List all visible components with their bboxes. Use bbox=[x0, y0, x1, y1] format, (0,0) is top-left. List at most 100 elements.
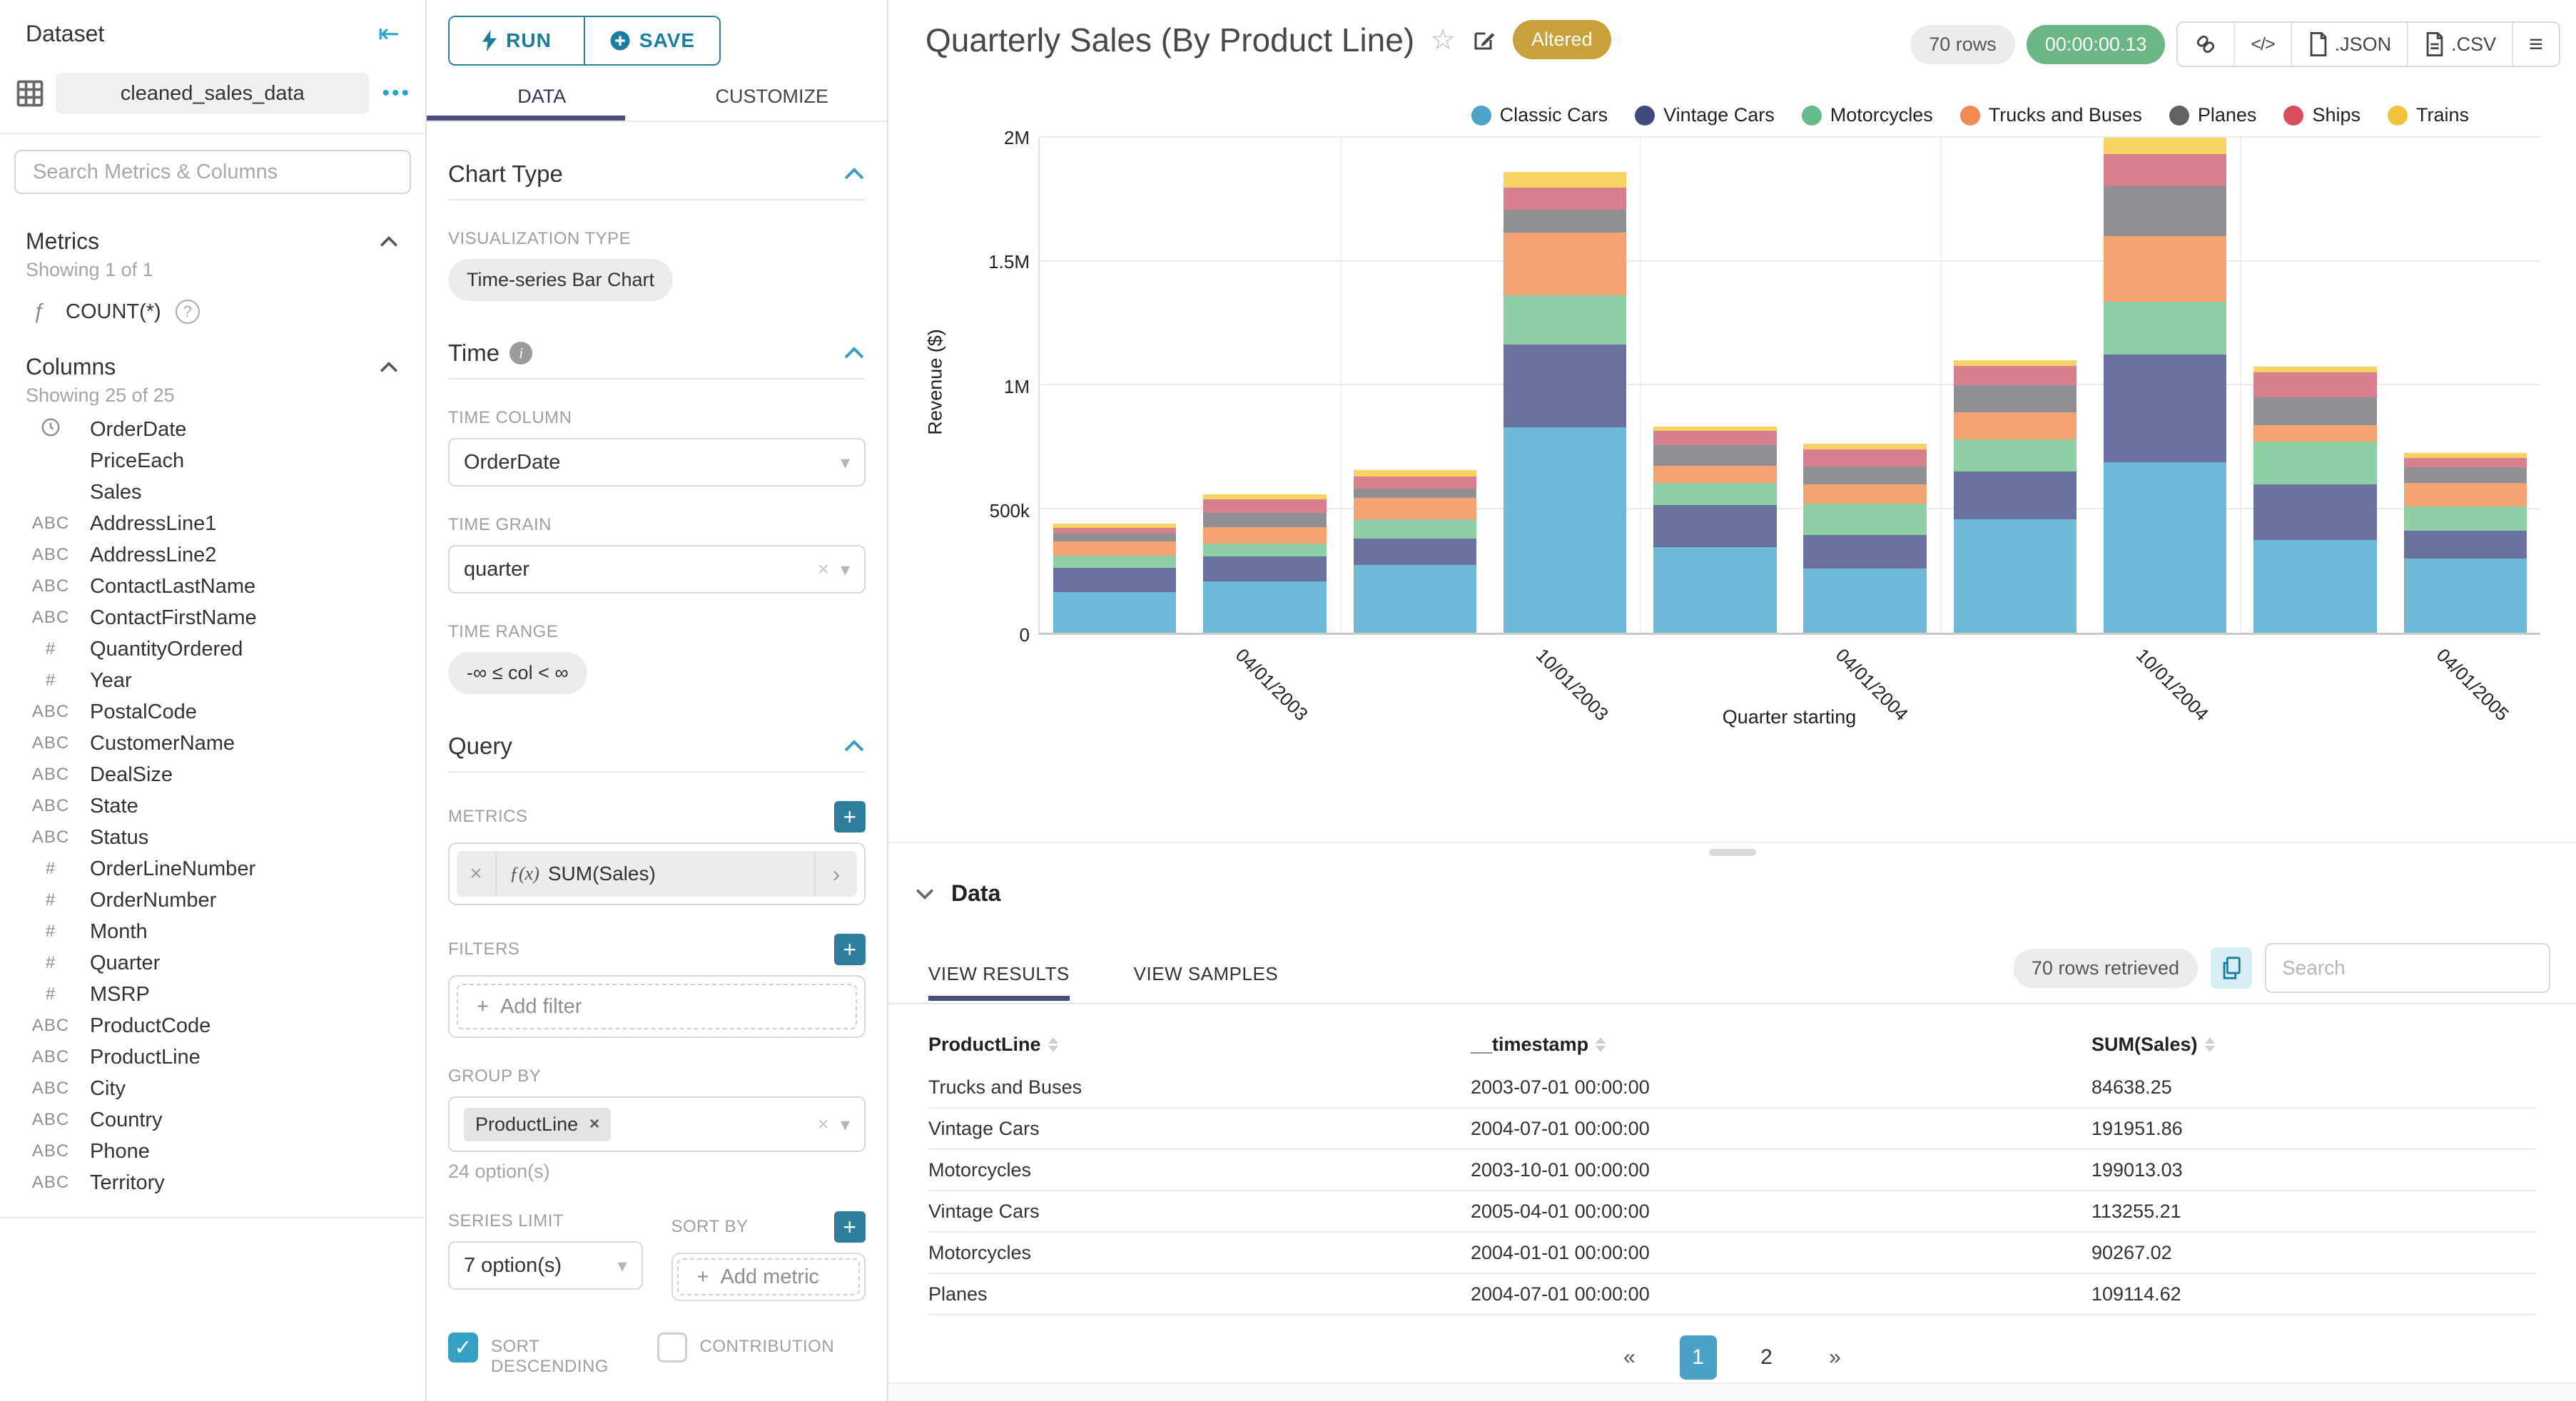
time-column-select[interactable]: OrderDate ▾ bbox=[448, 438, 866, 486]
bar-segment-trucks-and-buses[interactable] bbox=[1503, 233, 1627, 295]
bar-segment-motorcycles[interactable] bbox=[1653, 483, 1777, 506]
pagination-next[interactable]: » bbox=[1817, 1345, 1854, 1370]
copy-data-button[interactable] bbox=[2211, 947, 2252, 989]
bar-2003-01-01[interactable] bbox=[1040, 138, 1190, 633]
column-header-sumsales[interactable]: SUM(Sales) bbox=[2091, 1034, 2536, 1056]
column-item[interactable]: ABC AddressLine2 bbox=[0, 539, 425, 571]
help-icon[interactable]: ? bbox=[175, 300, 200, 324]
bar-segment-trucks-and-buses[interactable] bbox=[1353, 498, 1476, 519]
bar-segment-classic-cars[interactable] bbox=[2104, 462, 2227, 633]
bar-segment-trucks-and-buses[interactable] bbox=[1953, 412, 2077, 440]
column-item[interactable]: ABC ProductCode bbox=[0, 1010, 425, 1041]
bar-2004-10-01[interactable]: 10/01/2004 bbox=[2090, 138, 2240, 725]
bar-segment-motorcycles[interactable] bbox=[1953, 439, 2077, 472]
bar-segment-motorcycles[interactable] bbox=[1503, 295, 1627, 345]
bar-segment-trucks-and-buses[interactable] bbox=[1203, 526, 1327, 544]
table-row[interactable]: Motorcycles 2003-10-01 00:00:00 199013.0… bbox=[928, 1150, 2536, 1191]
column-item[interactable]: ABC Status bbox=[0, 822, 425, 853]
bar-segment-ships[interactable] bbox=[1503, 188, 1627, 210]
bar-segment-planes[interactable] bbox=[1503, 210, 1627, 233]
group-by-select[interactable]: ProductLine × × ▾ bbox=[448, 1096, 866, 1152]
copy-link-button[interactable] bbox=[2178, 23, 2233, 66]
bar-segment-classic-cars[interactable] bbox=[1653, 546, 1777, 633]
bar-segment-vintage-cars[interactable] bbox=[2403, 530, 2527, 559]
panel-resize-handle[interactable] bbox=[1708, 849, 1756, 856]
run-button[interactable]: RUN bbox=[450, 17, 584, 64]
pagination-page-2[interactable]: 2 bbox=[1748, 1345, 1785, 1370]
bar-segment-planes[interactable] bbox=[1353, 488, 1476, 499]
bar-segment-ships[interactable] bbox=[2403, 457, 2527, 468]
column-item[interactable]: ABC Country bbox=[0, 1104, 425, 1136]
column-item[interactable]: ABC ContactLastName bbox=[0, 571, 425, 602]
collapse-section-icon[interactable] bbox=[843, 739, 866, 753]
legend-item[interactable]: Trucks and Buses bbox=[1959, 104, 2142, 126]
bar-segment-vintage-cars[interactable] bbox=[1203, 556, 1327, 582]
bar-segment-planes[interactable] bbox=[1053, 533, 1177, 541]
menu-button[interactable]: ≡ bbox=[2512, 23, 2559, 66]
bar-2005-04-01[interactable]: 04/01/2005 bbox=[2390, 138, 2540, 725]
column-item[interactable]: ABC DealSize bbox=[0, 759, 425, 790]
bar-segment-trains[interactable] bbox=[1503, 171, 1627, 188]
collapse-section-icon[interactable] bbox=[843, 346, 866, 360]
bar-segment-classic-cars[interactable] bbox=[1503, 427, 1627, 633]
favorite-star-icon[interactable]: ☆ bbox=[1430, 24, 1456, 56]
time-grain-select[interactable]: quarter × ▾ bbox=[448, 545, 866, 593]
bar-segment-trucks-and-buses[interactable] bbox=[2253, 424, 2377, 442]
legend-item[interactable]: Classic Cars bbox=[1471, 104, 1608, 126]
contribution-checkbox[interactable] bbox=[656, 1333, 687, 1362]
dataset-name[interactable]: cleaned_sales_data bbox=[56, 73, 370, 114]
dataset-more-options-icon[interactable]: ••• bbox=[379, 81, 411, 106]
table-row[interactable]: Motorcycles 2004-01-01 00:00:00 90267.02 bbox=[928, 1233, 2536, 1274]
bar-segment-trains[interactable] bbox=[1953, 360, 2077, 366]
column-item[interactable]: # QuantityOrdered bbox=[0, 633, 425, 665]
bar-segment-motorcycles[interactable] bbox=[2403, 506, 2527, 531]
collapse-data-icon[interactable] bbox=[914, 887, 935, 900]
bar-segment-ships[interactable] bbox=[1653, 431, 1777, 445]
bar-segment-trucks-and-buses[interactable] bbox=[1803, 484, 1927, 504]
bar-segment-ships[interactable] bbox=[1353, 476, 1476, 489]
bar-segment-vintage-cars[interactable] bbox=[2104, 355, 2227, 463]
column-item[interactable]: # OrderLineNumber bbox=[0, 853, 425, 885]
column-item[interactable]: ABC Phone bbox=[0, 1136, 425, 1167]
bar-2003-10-01[interactable]: 10/01/2003 bbox=[1490, 138, 1640, 725]
table-row[interactable]: Planes 2004-07-01 00:00:00 109114.62 bbox=[928, 1274, 2536, 1315]
bar-segment-motorcycles[interactable] bbox=[2104, 301, 2227, 355]
bar-segment-ships[interactable] bbox=[1803, 449, 1927, 467]
bar-segment-trains[interactable] bbox=[2253, 367, 2377, 372]
bar-segment-trains[interactable] bbox=[1803, 444, 1927, 449]
collapse-sidebar-icon[interactable]: ⇤ bbox=[378, 19, 400, 49]
sort-descending-checkbox[interactable]: ✓ bbox=[448, 1333, 478, 1362]
column-header-timestamp[interactable]: __timestamp bbox=[1471, 1034, 2091, 1056]
column-item[interactable]: # Month bbox=[0, 916, 425, 947]
bar-segment-classic-cars[interactable] bbox=[1803, 569, 1927, 633]
bar-segment-trains[interactable] bbox=[2403, 452, 2527, 458]
bar-segment-ships[interactable] bbox=[1053, 527, 1177, 534]
bar-segment-vintage-cars[interactable] bbox=[1353, 538, 1476, 566]
export-json-button[interactable]: .JSON bbox=[2290, 23, 2408, 66]
bar-segment-trucks-and-buses[interactable] bbox=[2403, 483, 2527, 506]
legend-item[interactable]: Ships bbox=[2283, 104, 2361, 126]
bar-segment-ships[interactable] bbox=[1203, 499, 1327, 514]
data-search-input[interactable] bbox=[2265, 943, 2550, 993]
legend-item[interactable]: Trains bbox=[2387, 104, 2469, 126]
bar-segment-classic-cars[interactable] bbox=[2253, 539, 2377, 633]
bar-segment-planes[interactable] bbox=[1953, 384, 2077, 412]
bar-segment-classic-cars[interactable] bbox=[1203, 581, 1327, 633]
legend-item[interactable]: Planes bbox=[2169, 104, 2256, 126]
export-csv-button[interactable]: .CSV bbox=[2407, 23, 2512, 66]
chevron-right-icon[interactable]: › bbox=[814, 851, 857, 897]
table-row[interactable]: Trucks and Buses 2003-07-01 00:00:00 846… bbox=[928, 1067, 2536, 1109]
bar-segment-motorcycles[interactable] bbox=[1053, 556, 1177, 568]
bar-segment-planes[interactable] bbox=[1653, 444, 1777, 466]
bar-segment-trucks-and-buses[interactable] bbox=[2104, 235, 2227, 302]
column-item[interactable]: ABC PostalCode bbox=[0, 696, 425, 728]
bar-segment-motorcycles[interactable] bbox=[2253, 441, 2377, 485]
series-limit-select[interactable]: 7 option(s) ▾ bbox=[448, 1241, 643, 1290]
column-item[interactable]: ABC ContactFirstName bbox=[0, 602, 425, 633]
table-row[interactable]: Vintage Cars 2004-07-01 00:00:00 191951.… bbox=[928, 1109, 2536, 1150]
bar-segment-motorcycles[interactable] bbox=[1353, 519, 1476, 539]
bar-segment-vintage-cars[interactable] bbox=[1803, 534, 1927, 569]
tab-view-samples[interactable]: VIEW SAMPLES bbox=[1134, 963, 1279, 1001]
bar-segment-ships[interactable] bbox=[1953, 365, 2077, 385]
bar-2004-04-01[interactable]: 04/01/2004 bbox=[1790, 138, 1939, 725]
